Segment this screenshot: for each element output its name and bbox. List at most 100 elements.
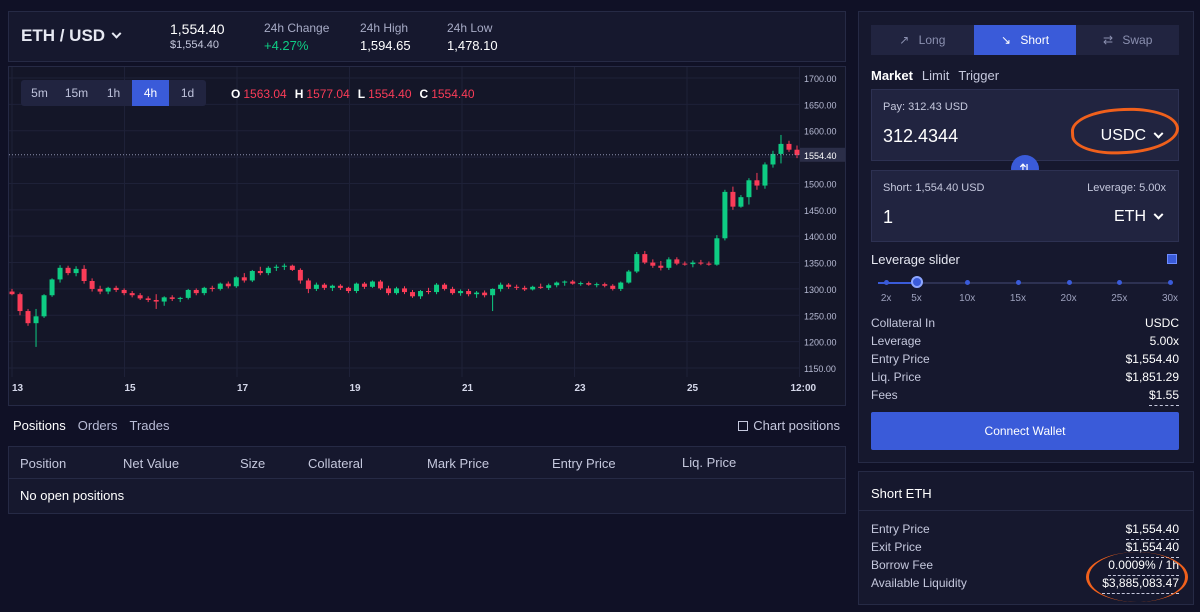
column-header: Entry Price	[552, 456, 616, 471]
trade-mode-tabs: ↗ Long ↘ Short ⇄ Swap	[871, 25, 1179, 55]
slider-dot[interactable]	[1168, 280, 1173, 285]
candle-body	[385, 288, 391, 294]
close-value: 1554.40	[431, 87, 475, 101]
order-type-tabs: Market Limit Trigger	[871, 68, 999, 83]
slider-knob[interactable]	[910, 276, 923, 288]
candle-body	[217, 283, 223, 289]
high-label: 24h High	[360, 21, 409, 35]
timeframe-1d[interactable]: 1d	[169, 80, 206, 106]
pay-token-label: USDC	[1100, 127, 1146, 144]
candle-body	[618, 282, 624, 289]
candle-body	[690, 262, 696, 265]
ticker-bar: ETH / USD 1,554.40 $1,554.40 24h Change …	[8, 11, 846, 62]
candle-body	[121, 289, 127, 294]
candle-body	[33, 316, 39, 324]
detail-value[interactable]: $3,885,083.47	[1102, 576, 1179, 594]
detail-value[interactable]: $1,554.40	[1125, 522, 1179, 540]
timeframe-5m[interactable]: 5m	[21, 80, 58, 106]
summary-title: Short ETH	[871, 486, 932, 501]
tab-trades[interactable]: Trades	[129, 418, 169, 433]
chevron-down-icon	[111, 28, 122, 39]
price-chart[interactable]: 1700.001650.001600.001550.001500.001450.…	[8, 66, 846, 406]
tab-orders[interactable]: Orders	[78, 418, 118, 433]
short-token-selector[interactable]: ETH	[1114, 208, 1164, 226]
detail-value[interactable]: 0.0009% / 1h	[1108, 558, 1179, 576]
detail-value[interactable]: $1.55	[1148, 388, 1179, 406]
pay-amount-input[interactable]: 312.4344	[883, 126, 958, 147]
candle-body	[482, 292, 488, 296]
candle-body	[474, 292, 480, 295]
candle-body	[530, 286, 536, 290]
pair-selector[interactable]: ETH / USD	[21, 26, 122, 46]
y-tick-label: 1150.00	[804, 364, 836, 374]
candle-body	[786, 143, 792, 150]
checkbox-icon[interactable]	[738, 420, 749, 431]
detail-label: Collateral In	[871, 316, 936, 330]
open-value: 1563.04	[243, 87, 287, 101]
timeframe-15m[interactable]: 15m	[58, 80, 95, 106]
tab-swap[interactable]: ⇄ Swap	[1076, 25, 1179, 55]
candle-body	[730, 191, 736, 207]
candle-body	[554, 282, 560, 286]
candle-body	[402, 288, 407, 293]
candle-body	[738, 197, 744, 207]
chart-positions-toggle[interactable]: Chart positions	[738, 418, 840, 433]
detail-value: $1,851.29	[1125, 370, 1179, 384]
detail-label: Leverage	[871, 334, 922, 348]
detail-value: 5.00x	[1149, 334, 1179, 348]
tab-positions[interactable]: Positions	[13, 418, 66, 433]
candle-body	[490, 288, 496, 296]
x-tick-label: 17	[237, 383, 249, 394]
candle-body	[337, 285, 343, 288]
candle-body	[666, 259, 672, 268]
candle-body	[578, 283, 584, 285]
candle-body	[586, 283, 592, 285]
x-tick-label: 13	[12, 383, 24, 394]
candle-body	[73, 268, 79, 274]
connect-wallet-button[interactable]: Connect Wallet	[871, 412, 1179, 450]
candle-body	[57, 267, 63, 280]
detail-label: Entry Price	[871, 522, 930, 536]
y-tick-label: 1200.00	[804, 338, 837, 348]
tab-market[interactable]: Market	[871, 68, 913, 83]
candle-body	[594, 284, 600, 286]
short-amount-input[interactable]: 1	[883, 207, 893, 228]
slider-dot[interactable]	[1117, 280, 1123, 285]
candle-body	[642, 254, 648, 263]
y-tick-label: 1600.00	[804, 127, 837, 137]
slider-dot[interactable]	[965, 280, 971, 285]
candle-body	[353, 283, 359, 292]
column-header: Size	[240, 456, 266, 471]
candle-body	[418, 291, 424, 297]
candle-body	[658, 265, 664, 268]
slider-dot[interactable]	[1015, 280, 1021, 285]
candle-body	[682, 263, 688, 265]
timeframe-4h[interactable]: 4h	[132, 80, 169, 106]
low-stat: 24h Low 1,478.10	[447, 21, 498, 53]
slider-dot[interactable]	[884, 280, 890, 285]
slider-tick-label: 30x	[1161, 293, 1179, 304]
tab-limit[interactable]: Limit	[922, 68, 949, 83]
candle-body	[161, 297, 167, 302]
swap-icon: ⇄	[1102, 33, 1117, 47]
ohlc-readout: O 1563.04 H 1577.04 L 1554.40 C 1554.40	[231, 87, 475, 101]
detail-row: Entry Price $1,554.40	[871, 522, 1179, 540]
candle-body	[249, 270, 255, 281]
slider-dot[interactable]	[1066, 280, 1072, 285]
pay-token-selector[interactable]: USDC	[1100, 127, 1164, 145]
timeframe-1h[interactable]: 1h	[95, 80, 132, 106]
candle-body	[450, 288, 456, 294]
change-value: +4.27%	[264, 38, 309, 53]
candle-body	[778, 143, 784, 154]
candle-body	[49, 279, 55, 296]
tab-short[interactable]: ↘ Short	[973, 25, 1077, 55]
detail-value[interactable]: $1,554.40	[1125, 540, 1179, 558]
low-value: 1554.40	[368, 87, 412, 101]
candle-body	[313, 284, 319, 289]
tab-trigger[interactable]: Trigger	[958, 68, 999, 83]
candlestick-chart[interactable]: 1700.001650.001600.001550.001500.001450.…	[9, 67, 845, 405]
tab-long[interactable]: ↗ Long	[871, 25, 974, 55]
y-tick-label: 1250.00	[804, 311, 837, 321]
leverage-slider[interactable]	[878, 276, 1173, 288]
leverage-slider-checkbox[interactable]	[1167, 254, 1177, 264]
